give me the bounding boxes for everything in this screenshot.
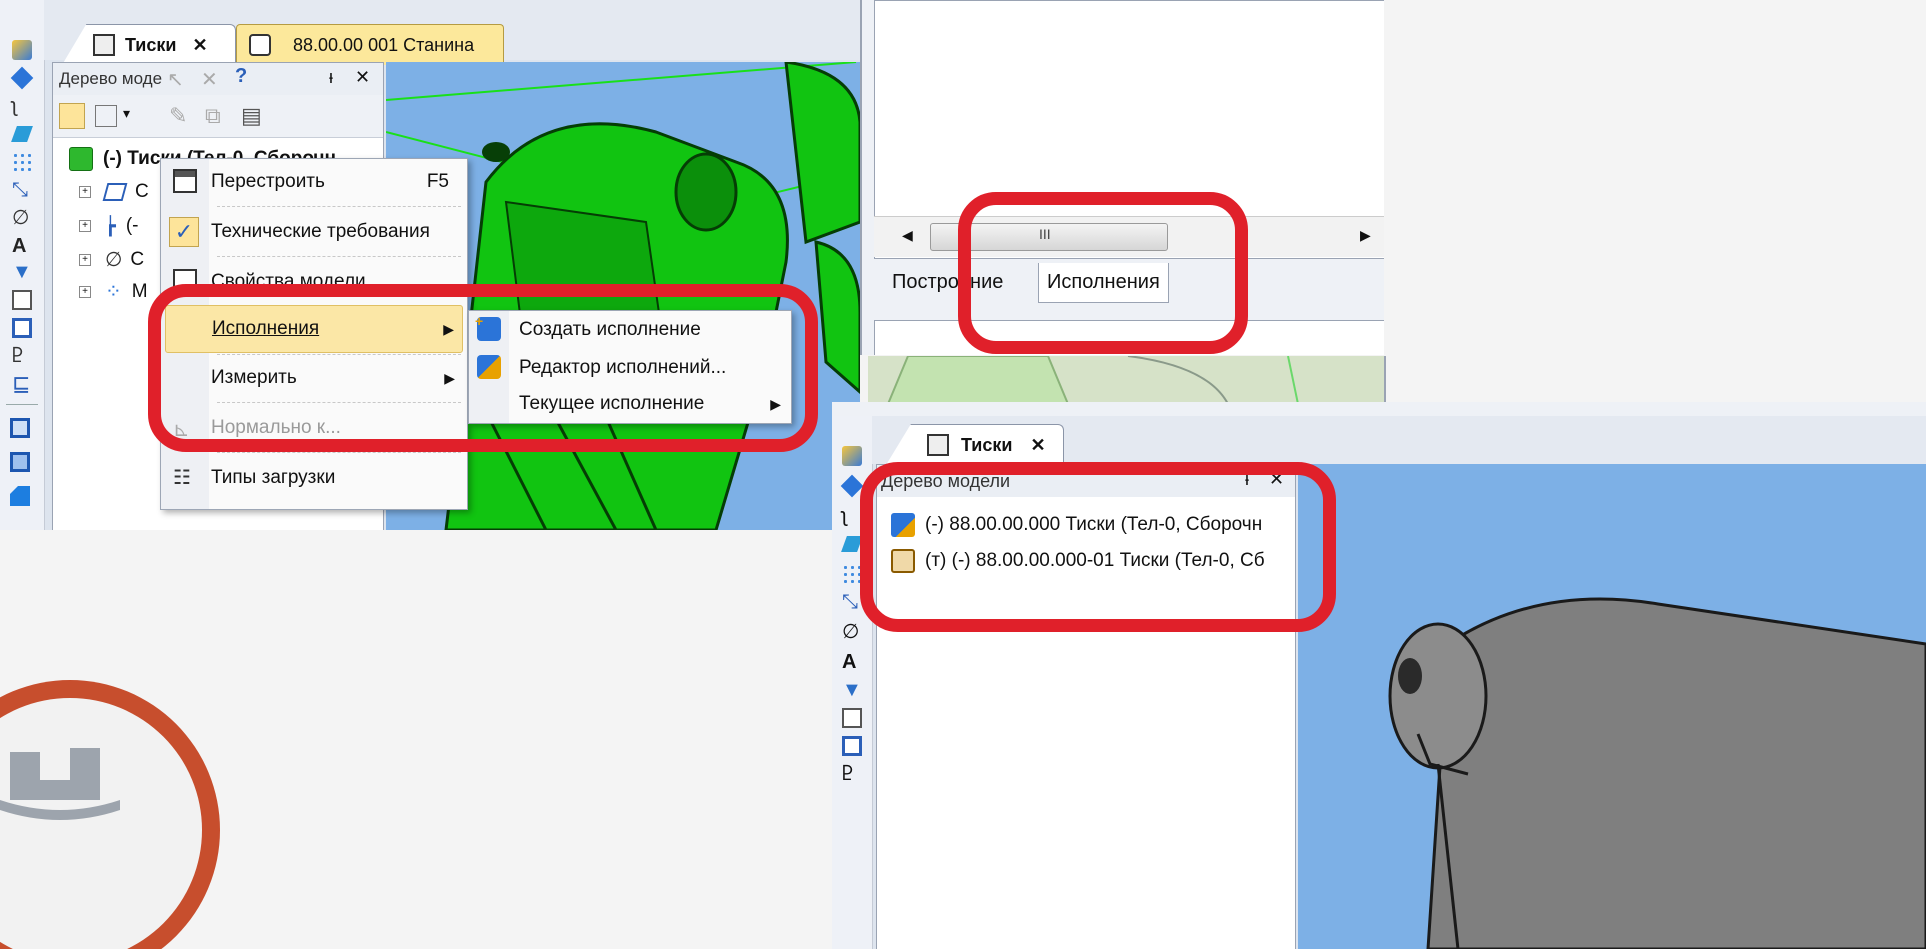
- tree-item[interactable]: + С: [79, 181, 149, 203]
- tree-item-label: С: [135, 181, 149, 202]
- window-icon[interactable]: [842, 736, 862, 756]
- menu-item-label: Технические требования: [211, 221, 430, 242]
- clip-icon: ∅: [105, 249, 123, 271]
- cube-blue-icon[interactable]: [10, 66, 34, 90]
- tree-item[interactable]: + ⁘ М: [79, 279, 148, 304]
- cube-color-icon[interactable]: [12, 40, 32, 60]
- cube-color-icon[interactable]: [842, 446, 862, 466]
- tree-toolbar: ▾ ✎ ⧉ ▤: [53, 95, 383, 138]
- document-icon[interactable]: [842, 708, 862, 728]
- gray-model-render: [1388, 597, 1926, 949]
- viewport-3d-right[interactable]: [1298, 464, 1926, 949]
- bracket-icon[interactable]: ⊑: [12, 373, 32, 395]
- tab-tiski[interactable]: Тиски ✕: [62, 24, 236, 65]
- menu-item-tech-requirements[interactable]: ✓ Технические требования: [161, 209, 467, 255]
- tree-item-label: С: [130, 248, 145, 270]
- axis-icon[interactable]: Ⴒ: [12, 346, 32, 366]
- dots-grid-icon[interactable]: [842, 564, 862, 584]
- right-window-edge: [1384, 356, 1386, 404]
- organization-logo: [0, 660, 240, 949]
- tree-panel-title: Дерево моде: [59, 69, 163, 88]
- right-gray-frame: [1384, 0, 1926, 404]
- expand-icon[interactable]: +: [79, 220, 91, 232]
- tab-stanina[interactable]: 88.00.00 001 Станина: [236, 24, 504, 65]
- properties-small-icon[interactable]: ▤: [241, 103, 262, 129]
- highlight-frame-left: [148, 284, 818, 452]
- clip-tool-icon[interactable]: ∅: [12, 208, 32, 228]
- filter-icon[interactable]: ▼: [842, 680, 862, 700]
- tree-item-label: (-: [125, 215, 139, 236]
- menu-separator: [217, 452, 461, 453]
- expand-icon[interactable]: +: [79, 253, 91, 266]
- cut-icon[interactable]: [10, 486, 30, 506]
- tree-item[interactable]: + ∅ С: [79, 247, 144, 272]
- extrude2-icon[interactable]: [10, 452, 30, 472]
- gray-render-strip: [868, 356, 1384, 404]
- check-icon: ✓: [169, 217, 199, 247]
- axis-icon[interactable]: Ⴒ: [842, 764, 862, 784]
- scroll-left-icon[interactable]: ◀: [902, 227, 913, 244]
- pencil-icon[interactable]: ✎: [169, 103, 187, 129]
- rebuild-icon: [173, 169, 197, 193]
- clip-tool-icon[interactable]: ∅: [842, 622, 862, 642]
- spiral-icon[interactable]: ʅ: [842, 506, 862, 526]
- tree-item[interactable]: + ┢ (-: [79, 215, 139, 237]
- menu-item-rebuild[interactable]: Перестроить F5: [161, 159, 467, 205]
- tree-top-icons: ↖ ✕ ?: [161, 65, 271, 95]
- letter-a-icon[interactable]: A: [12, 236, 32, 256]
- assembly-root-icon: [69, 147, 93, 171]
- tab-close-icon[interactable]: ✕: [1030, 435, 1045, 456]
- assembly-icon: [93, 34, 115, 56]
- menu-shortcut: F5: [426, 171, 449, 192]
- menu-separator: [217, 256, 461, 257]
- spiral-icon[interactable]: ʅ: [12, 96, 32, 116]
- menu-item-label: Типы загрузки: [211, 467, 336, 488]
- load-types-icon: ☷: [173, 467, 191, 489]
- panel-close-icon[interactable]: ✕: [355, 67, 370, 88]
- dots-grid-icon[interactable]: [12, 152, 32, 172]
- tree-item-label: М: [131, 280, 148, 302]
- pin-icon[interactable]: ᵻ: [329, 67, 333, 88]
- toolbar-divider: [6, 404, 38, 405]
- cursor-icon[interactable]: ↖: [167, 67, 184, 92]
- expand-icon[interactable]: +: [79, 285, 91, 298]
- help-icon[interactable]: ?: [235, 65, 247, 88]
- menu-separator: [217, 206, 461, 207]
- letter-a-icon[interactable]: A: [842, 652, 862, 672]
- tab-tiski-right[interactable]: Тиски ✕: [886, 424, 1064, 465]
- tab-tiski-label: Тиски: [125, 34, 177, 55]
- highlight-frame-right-bottom: [860, 462, 1336, 632]
- arrows-icon[interactable]: ⤡: [842, 592, 862, 612]
- top-toolbar-strip: [832, 402, 1926, 417]
- tree-icon: ┢: [105, 215, 116, 236]
- extrude-icon[interactable]: [10, 418, 30, 438]
- tree-view-icon[interactable]: [59, 103, 85, 129]
- document-icon[interactable]: [12, 290, 32, 310]
- window-icon[interactable]: [12, 318, 32, 338]
- frame-icon[interactable]: ⧉: [205, 103, 221, 129]
- scroll-right-icon[interactable]: ▶: [1360, 227, 1371, 244]
- expand-icon[interactable]: +: [79, 186, 91, 198]
- filter-icon[interactable]: ▼: [12, 262, 32, 282]
- assembly-icon: [927, 434, 949, 456]
- arrows-icon[interactable]: ⤡: [12, 180, 32, 200]
- tab-stanina-label: 88.00.00 001 Станина: [293, 34, 475, 55]
- plane-icon[interactable]: [11, 126, 33, 142]
- list-view-icon[interactable]: [95, 105, 117, 127]
- menu-item-load-types[interactable]: ☷ Типы загрузки: [161, 455, 467, 501]
- delete-icon[interactable]: ✕: [201, 67, 218, 92]
- part-icon: [249, 34, 271, 56]
- dropdown-arrow-icon[interactable]: ▾: [123, 105, 130, 122]
- menu-item-label: Перестроить: [211, 171, 325, 192]
- tab-tiski-label: Тиски: [961, 434, 1013, 455]
- dots-icon: ⁘: [105, 281, 122, 303]
- highlight-frame-right-top: [958, 192, 1248, 354]
- tab-close-icon[interactable]: ✕: [192, 35, 207, 56]
- left-vertical-toolbar: ʅ ⤡ ∅ A ▼ Ⴒ ⊑: [0, 0, 45, 530]
- sketch-icon: [102, 183, 128, 201]
